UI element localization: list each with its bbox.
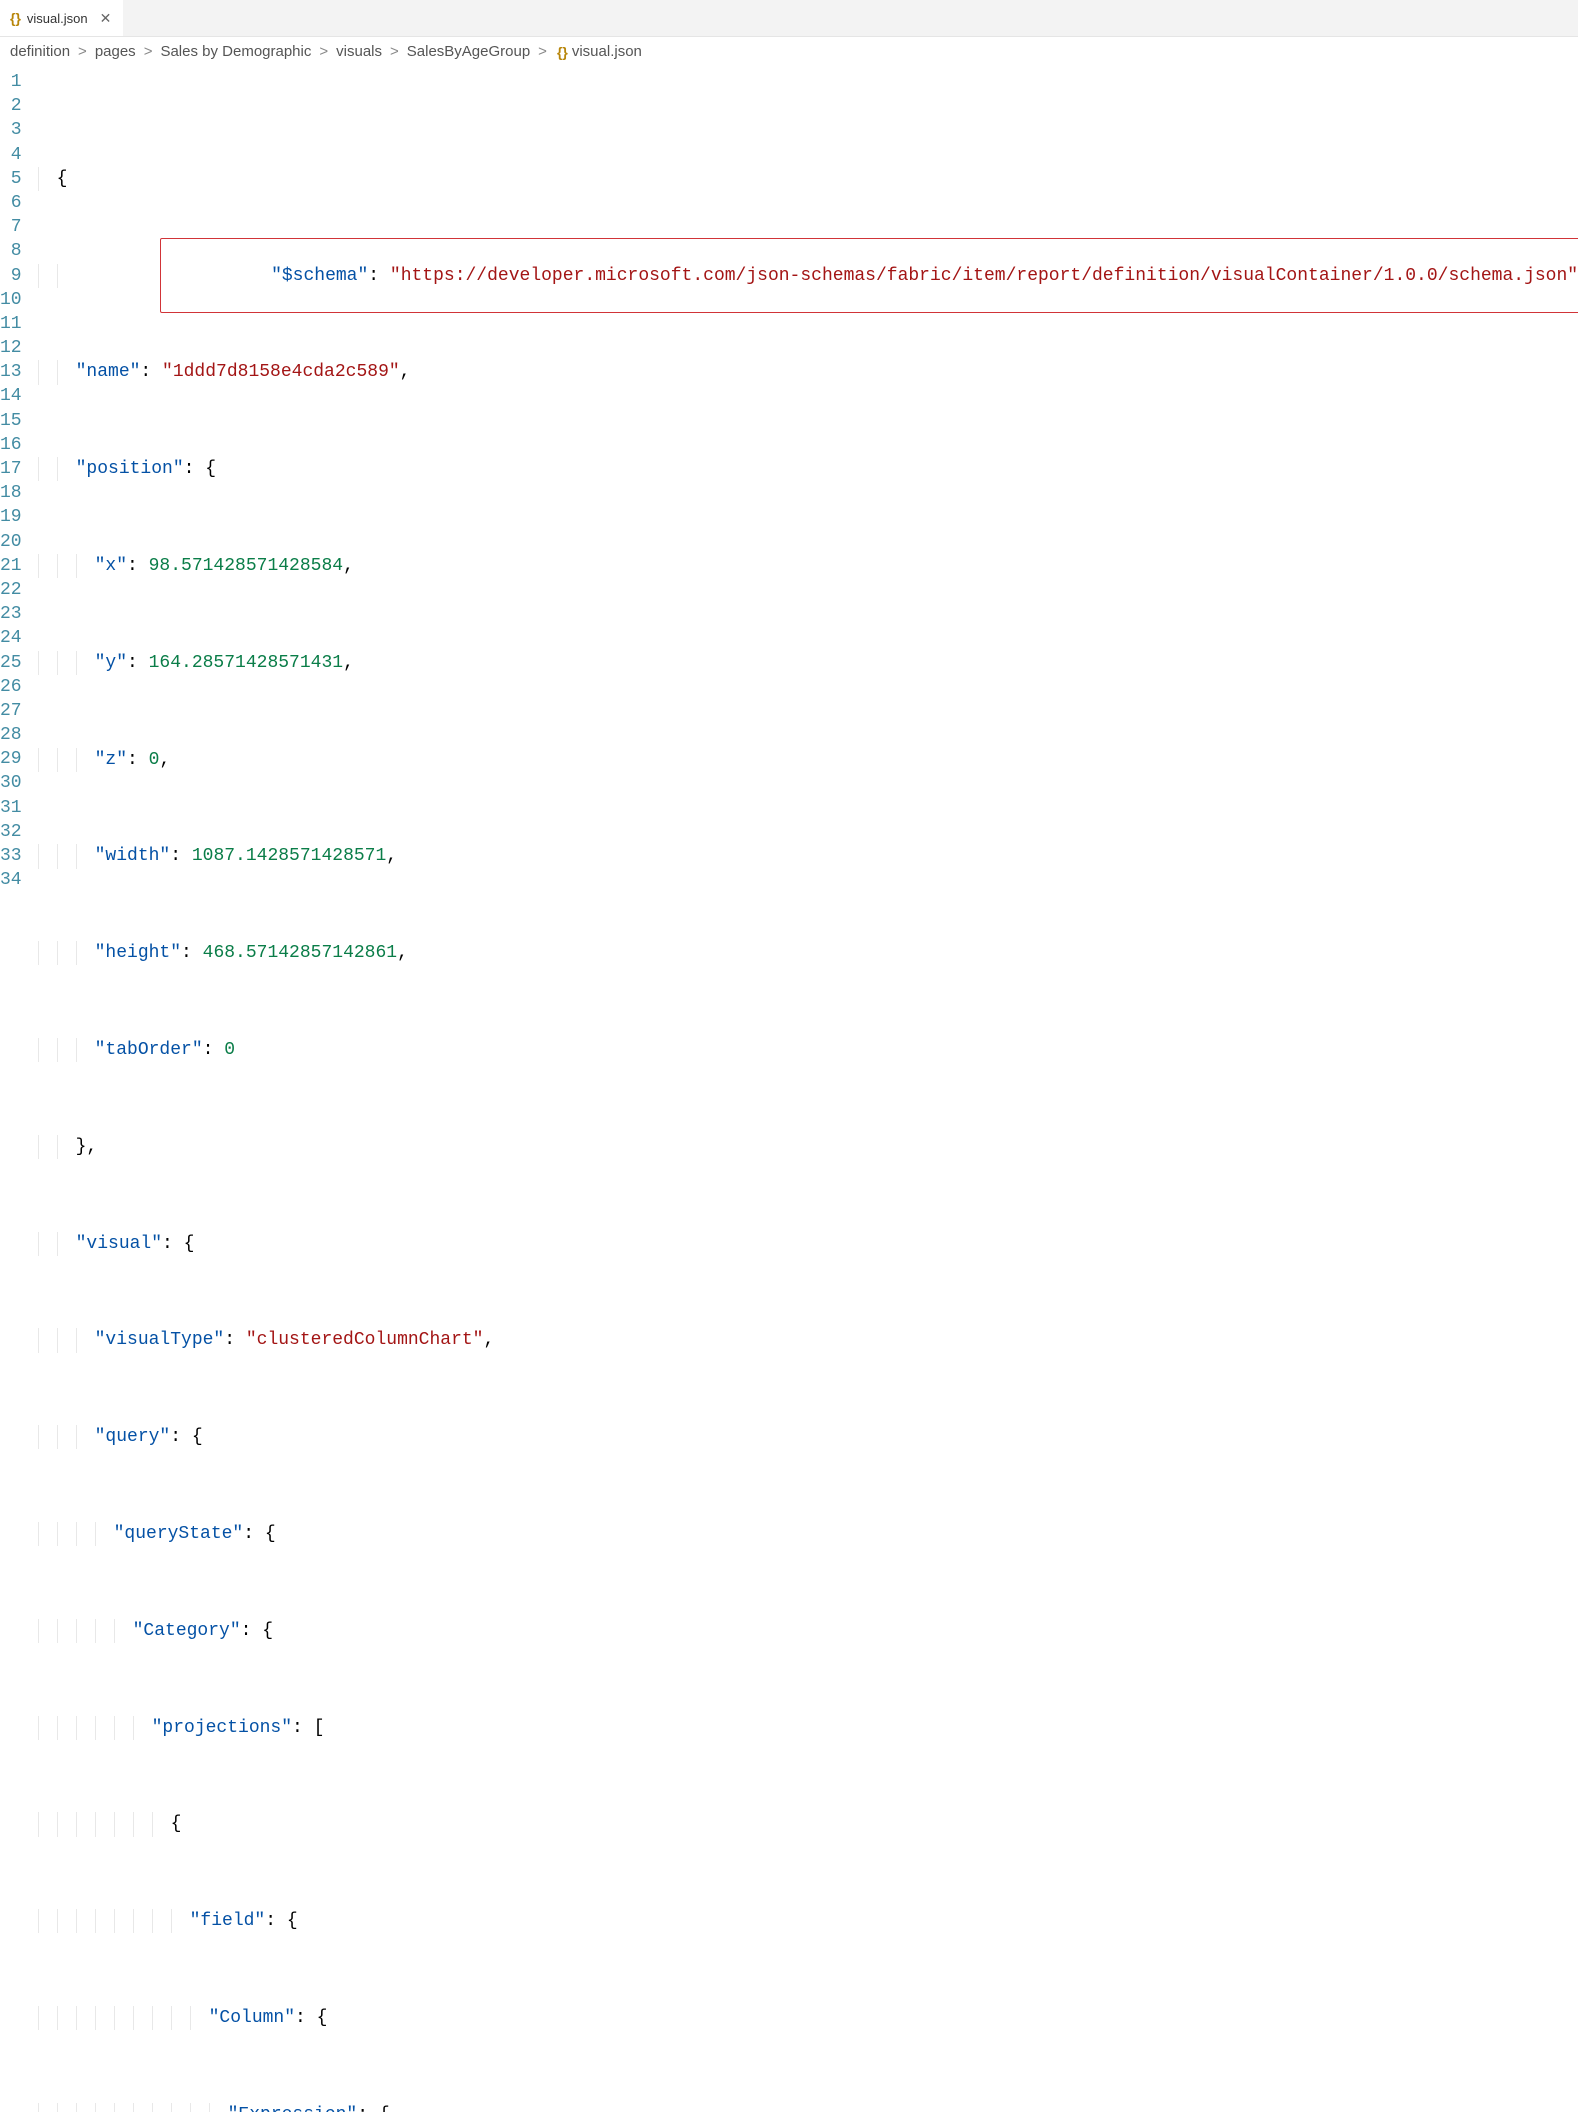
line-number: 7: [0, 215, 38, 239]
line-number: 1: [0, 70, 38, 94]
code-line: "Category": {: [38, 1619, 1578, 1643]
code-line: "width": 1087.1428571428571,: [38, 844, 1578, 868]
breadcrumb-item[interactable]: visuals: [336, 43, 382, 60]
line-number: 28: [0, 723, 38, 747]
line-number: 5: [0, 167, 38, 191]
chevron-right-icon: >: [140, 43, 157, 60]
line-number: 16: [0, 433, 38, 457]
code-line: "query": {: [38, 1425, 1578, 1449]
chevron-right-icon: >: [534, 43, 551, 60]
code-line: "queryState": {: [38, 1522, 1578, 1546]
line-number: 27: [0, 699, 38, 723]
code-line: "visual": {: [38, 1232, 1578, 1256]
line-number: 3: [0, 118, 38, 142]
editor-tab-bar: {} visual.json ✕: [0, 0, 1578, 37]
code-line: "field": {: [38, 1909, 1578, 1933]
tab-title: visual.json: [27, 11, 88, 26]
breadcrumb-item[interactable]: Sales by Demographic: [160, 43, 311, 60]
code-area[interactable]: { "$schema": "https://developer.microsof…: [38, 70, 1578, 2112]
line-number: 20: [0, 530, 38, 554]
line-number: 12: [0, 336, 38, 360]
line-number: 22: [0, 578, 38, 602]
line-number: 29: [0, 747, 38, 771]
line-number: 2: [0, 94, 38, 118]
line-number: 25: [0, 651, 38, 675]
line-number: 14: [0, 384, 38, 408]
code-line: {: [38, 1812, 1578, 1836]
line-number: 21: [0, 554, 38, 578]
code-line-highlighted: "$schema": "https://developer.microsoft.…: [38, 264, 1578, 288]
line-number: 26: [0, 675, 38, 699]
line-number: 9: [0, 264, 38, 288]
code-line: "tabOrder": 0: [38, 1038, 1578, 1062]
breadcrumb-item[interactable]: pages: [95, 43, 136, 60]
line-number: 19: [0, 505, 38, 529]
code-line: "visualType": "clusteredColumnChart",: [38, 1328, 1578, 1352]
chevron-right-icon: >: [315, 43, 332, 60]
chevron-right-icon: >: [386, 43, 403, 60]
schema-highlight: "$schema": "https://developer.microsoft.…: [160, 238, 1578, 313]
code-line: "position": {: [38, 457, 1578, 481]
code-line: "Expression": {: [38, 2103, 1578, 2112]
line-number: 31: [0, 796, 38, 820]
code-line: "y": 164.28571428571431,: [38, 651, 1578, 675]
close-icon[interactable]: ✕: [100, 10, 112, 27]
breadcrumb-file[interactable]: visual.json: [572, 43, 642, 60]
line-number: 15: [0, 409, 38, 433]
line-number: 23: [0, 602, 38, 626]
code-line: {: [38, 167, 1578, 191]
code-line: "x": 98.571428571428584,: [38, 554, 1578, 578]
chevron-right-icon: >: [74, 43, 91, 60]
line-number: 6: [0, 191, 38, 215]
line-number: 10: [0, 288, 38, 312]
breadcrumb-item[interactable]: definition: [10, 43, 70, 60]
line-number: 18: [0, 481, 38, 505]
line-number: 13: [0, 360, 38, 384]
line-number: 11: [0, 312, 38, 336]
code-line: "z": 0,: [38, 748, 1578, 772]
breadcrumb-item[interactable]: SalesByAgeGroup: [407, 43, 530, 60]
line-number-gutter: 1234567891011121314151617181920212223242…: [0, 70, 38, 2112]
code-editor[interactable]: 1234567891011121314151617181920212223242…: [0, 68, 1578, 2112]
editor-tab-active[interactable]: {} visual.json ✕: [0, 0, 123, 36]
line-number: 34: [0, 868, 38, 892]
line-number: 24: [0, 626, 38, 650]
code-line: "name": "1ddd7d8158e4cda2c589",: [38, 360, 1578, 384]
line-number: 8: [0, 239, 38, 263]
breadcrumb: definition > pages > Sales by Demographi…: [0, 37, 1578, 68]
code-line: "projections": [: [38, 1716, 1578, 1740]
line-number: 33: [0, 844, 38, 868]
line-number: 30: [0, 771, 38, 795]
json-icon: {}: [557, 44, 568, 60]
code-line: },: [38, 1135, 1578, 1159]
line-number: 4: [0, 143, 38, 167]
json-icon: {}: [10, 10, 21, 26]
code-line: "Column": {: [38, 2006, 1578, 2030]
code-line: "height": 468.57142857142861,: [38, 941, 1578, 965]
line-number: 32: [0, 820, 38, 844]
line-number: 17: [0, 457, 38, 481]
